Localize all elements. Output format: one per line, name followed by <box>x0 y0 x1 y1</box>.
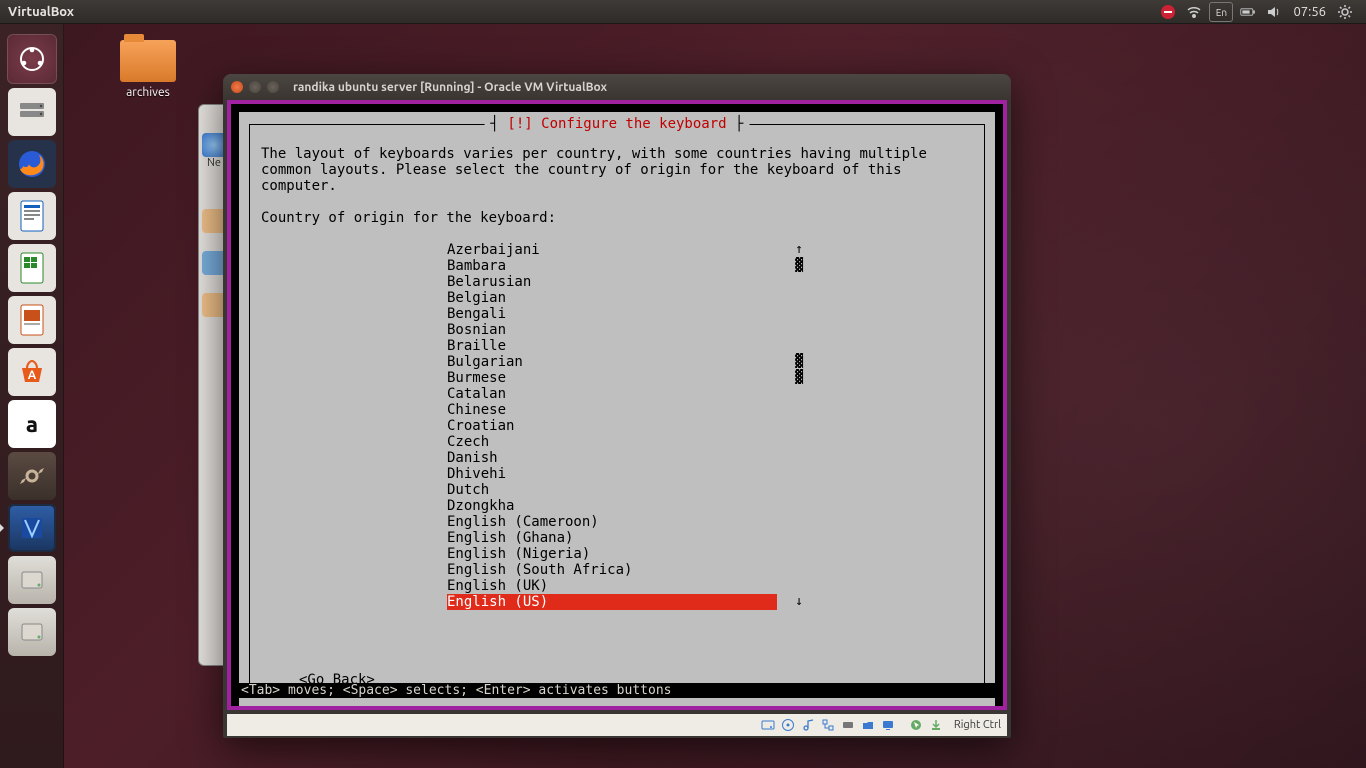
window-minimize-icon[interactable] <box>249 81 261 93</box>
keyboard-option[interactable]: English (Cameroon) <box>447 514 777 530</box>
keyboard-option[interactable]: Belarusian <box>447 274 777 290</box>
language-indicator[interactable]: En <box>1209 2 1233 22</box>
keyboard-option[interactable]: English (Nigeria) <box>447 546 777 562</box>
installer-dialog: ┤ [!] Configure the keyboard ├ The layou… <box>239 112 995 706</box>
keyboard-option[interactable]: Belgian <box>447 290 777 306</box>
keyboard-option[interactable]: Azerbaijani <box>447 242 777 258</box>
keyboard-option[interactable]: English (UK) <box>447 578 777 594</box>
amazon-icon[interactable]: a <box>8 400 56 448</box>
keyboard-option[interactable]: Dzongkha <box>447 498 777 514</box>
keyboard-option[interactable]: Dutch <box>447 482 777 498</box>
vm-network-icon[interactable] <box>820 717 836 733</box>
files-app-icon[interactable] <box>8 88 56 136</box>
keyboard-option[interactable]: English (US) <box>447 594 777 610</box>
writer-icon[interactable] <box>8 192 56 240</box>
keyboard-option[interactable]: Burmese <box>447 370 777 386</box>
calc-icon[interactable] <box>8 244 56 292</box>
network-icon[interactable] <box>1183 3 1205 21</box>
installer-key-hint: <Tab> moves; <Space> selects; <Enter> ac… <box>239 683 995 698</box>
software-center-icon[interactable]: A <box>8 348 56 396</box>
keyboard-option[interactable]: Bosnian <box>447 322 777 338</box>
firefox-icon[interactable] <box>8 140 56 188</box>
keyboard-option[interactable]: Catalan <box>447 386 777 402</box>
volume-icon[interactable] <box>1263 3 1285 21</box>
vm-optical-icon[interactable] <box>780 717 796 733</box>
keyboard-option[interactable]: Czech <box>447 434 777 450</box>
installer-title: ┤ [!] Configure the keyboard ├ <box>485 116 750 132</box>
ubuntu-desktop: VirtualBox En 07:56 A a archives Ne <box>0 0 1366 768</box>
mounted-disk-icon[interactable] <box>8 556 56 604</box>
vm-window-title: randika ubuntu server [Running] - Oracle… <box>293 81 607 94</box>
vm-display-icon[interactable] <box>880 717 896 733</box>
keyboard-option[interactable]: English (South Africa) <box>447 562 777 578</box>
desktop-folder-label: archives <box>120 86 176 99</box>
window-close-icon[interactable] <box>231 81 243 93</box>
system-settings-icon[interactable] <box>8 452 56 500</box>
keyboard-option[interactable]: Danish <box>447 450 777 466</box>
vm-usb-icon[interactable] <box>840 717 856 733</box>
battery-icon[interactable] <box>1237 3 1259 21</box>
active-app-title[interactable]: VirtualBox <box>8 5 74 19</box>
installer-description: The layout of keyboards varies per count… <box>261 146 973 194</box>
unity-launcher: A a <box>0 24 64 768</box>
folder-icon <box>120 40 176 82</box>
scroll-up-icon: ↑ <box>791 242 807 258</box>
virtualbox-icon[interactable] <box>8 504 56 552</box>
vm-hdd-icon[interactable] <box>760 717 776 733</box>
keyboard-option[interactable]: Dhivehi <box>447 466 777 482</box>
error-indicator-icon[interactable] <box>1157 3 1179 21</box>
keyboard-option[interactable]: Braille <box>447 338 777 354</box>
vm-host-key: Right Ctrl <box>954 719 1001 731</box>
vm-status-bar: Right Ctrl <box>227 714 1007 736</box>
keyboard-option[interactable]: Croatian <box>447 418 777 434</box>
vm-shared-folder-icon[interactable] <box>860 717 876 733</box>
scrollbar-thumb-icon[interactable]: ▓▓ <box>791 354 807 386</box>
keyboard-option[interactable]: Bulgarian <box>447 354 777 370</box>
keyboard-option[interactable]: Bambara <box>447 258 777 274</box>
installer-prompt: Country of origin for the keyboard: <box>261 210 973 226</box>
vm-mouse-integration-icon[interactable] <box>908 717 924 733</box>
svg-text:A: A <box>28 369 37 382</box>
virtualbox-vm-window: randika ubuntu server [Running] - Oracle… <box>223 74 1011 738</box>
vm-audio-icon[interactable] <box>800 717 816 733</box>
session-gear-icon[interactable] <box>1334 3 1356 21</box>
keyboard-option[interactable]: Bengali <box>447 306 777 322</box>
keyboard-option[interactable]: English (Ghana) <box>447 530 777 546</box>
window-maximize-icon[interactable] <box>267 81 279 93</box>
clock[interactable]: 07:56 <box>1293 5 1326 19</box>
vm-framebuffer: ┤ [!] Configure the keyboard ├ The layou… <box>227 100 1007 710</box>
vm-window-titlebar[interactable]: randika ubuntu server [Running] - Oracle… <box>223 74 1011 100</box>
desktop-folder[interactable]: archives <box>120 40 176 99</box>
top-menu-bar: VirtualBox En 07:56 <box>0 0 1366 24</box>
impress-icon[interactable] <box>8 296 56 344</box>
vm-keyboard-capture-icon[interactable] <box>928 717 944 733</box>
dash-home-icon[interactable] <box>7 34 57 84</box>
scrollbar-top-icon[interactable]: ▓ <box>791 258 807 274</box>
scroll-down-icon: ↓ <box>791 594 807 610</box>
keyboard-option[interactable]: Chinese <box>447 402 777 418</box>
keyboard-country-list[interactable]: AzerbaijaniBambaraBelarusianBelgianBenga… <box>447 242 777 610</box>
mounted-disk-2-icon[interactable] <box>8 608 56 656</box>
